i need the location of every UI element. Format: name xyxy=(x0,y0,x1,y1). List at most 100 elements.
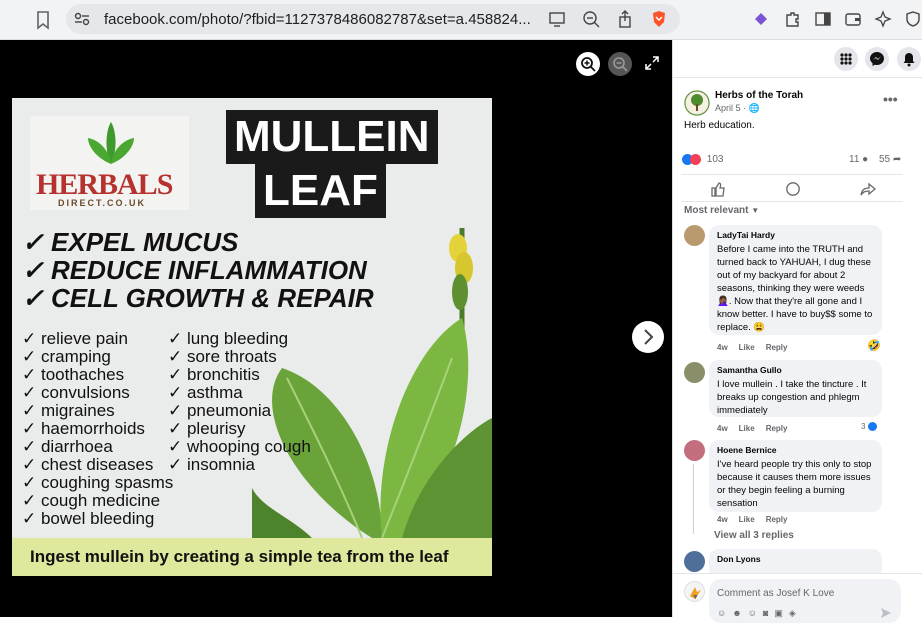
page-name[interactable]: Herbs of the Torah xyxy=(715,90,803,101)
photo-viewer: HERBALS DIRECT.CO.UK MULLEIN LEAF ✓ EXPE… xyxy=(0,40,672,617)
page-avatar[interactable] xyxy=(684,90,710,116)
comment-like-button[interactable]: Like xyxy=(739,424,755,433)
post-caption: Herb education. xyxy=(684,120,755,131)
commenter-avatar[interactable] xyxy=(684,440,705,461)
send-icon[interactable] xyxy=(880,607,892,619)
wallet-icon[interactable] xyxy=(844,10,862,28)
comment-reply-button[interactable]: Reply xyxy=(766,343,788,352)
extensions-puzzle-icon[interactable] xyxy=(784,10,802,28)
benefit-item: ✓ lung bleeding xyxy=(168,329,289,348)
address-bar[interactable]: facebook.com/photo/?fbid=112737848608278… xyxy=(66,4,680,34)
comment-reply-button[interactable]: Reply xyxy=(766,424,788,433)
comment-count[interactable]: 11 ● xyxy=(849,154,868,165)
avatar-dropdown-icon[interactable]: ▼ xyxy=(692,594,699,601)
comment-bubble-icon: ● xyxy=(862,154,869,165)
comment-count-value: 11 xyxy=(849,154,860,165)
comment-meta: 4w Like Reply xyxy=(717,515,798,524)
comment-time[interactable]: 4w xyxy=(717,424,728,433)
benefit-item: ✓ bowel bleeding xyxy=(22,509,155,528)
grid-menu-icon xyxy=(840,53,852,65)
benefit-item: ✓ toothaches xyxy=(22,365,125,384)
comment-sort-dropdown[interactable]: Most relevant ▼ xyxy=(684,205,759,216)
url-text[interactable]: facebook.com/photo/?fbid=112737848608278… xyxy=(104,11,534,28)
comment-meta: 4w Like Reply xyxy=(717,424,798,433)
benefit-item: ✓ haemorrhoids xyxy=(22,419,145,438)
comment-bubble: Samantha Gullo I love mullein . I take t… xyxy=(709,360,882,417)
comment-composer: Comment as Josef K Love ☺☻☺◙▣◈ xyxy=(673,573,922,623)
brand-domain: DIRECT.CO.UK xyxy=(58,198,147,208)
comment-reply-button[interactable]: Reply xyxy=(766,515,788,524)
benefit-item: ✓ migraines xyxy=(22,401,115,420)
benefit-item: ✓ bronchitis xyxy=(168,365,260,384)
poster-title-line1: MULLEIN xyxy=(226,110,438,164)
benefit-item: ✓ cramping xyxy=(22,347,111,366)
globe-icon: 🌐 xyxy=(748,103,760,113)
comment-meta: 4w Like Reply xyxy=(717,343,798,352)
comment-text: Before I came into the TRUTH and turned … xyxy=(717,244,873,333)
brave-shields-icon[interactable] xyxy=(650,10,668,28)
like-icon[interactable] xyxy=(710,181,726,197)
comment-reaction[interactable]: 3 xyxy=(861,422,877,432)
fullscreen-icon[interactable] xyxy=(645,56,659,70)
comment-author[interactable]: Samantha Gullo xyxy=(717,365,874,375)
bookmark-icon[interactable] xyxy=(34,10,52,30)
next-photo-button[interactable] xyxy=(632,321,664,353)
benefits-column-2: ✓ lung bleeding ✓ sore throats ✓ bronchi… xyxy=(168,330,311,474)
leaf-logo-icon xyxy=(88,122,134,164)
comment-text: I've heard people try this only to stop … xyxy=(717,459,872,509)
more-options-button[interactable]: ••• xyxy=(883,91,898,107)
main-benefit-item: ✓ CELL GROWTH & REPAIR xyxy=(22,283,374,313)
comment-input[interactable]: Comment as Josef K Love ☺☻☺◙▣◈ xyxy=(709,579,901,623)
zoom-out-icon[interactable] xyxy=(582,10,600,28)
menu-button[interactable] xyxy=(834,47,858,71)
comment-icon[interactable] xyxy=(785,181,801,197)
comment-bubble: Hoene Bernice I've heard people try this… xyxy=(709,440,882,512)
benefit-item: ✓ chest diseases xyxy=(22,455,154,474)
vpn-shield-icon[interactable] xyxy=(904,10,922,28)
extension-icon-leo[interactable] xyxy=(752,10,770,28)
commenter-avatar[interactable] xyxy=(684,551,705,572)
comment-like-button[interactable]: Like xyxy=(739,515,755,524)
messenger-icon xyxy=(870,52,884,66)
chevron-down-icon: ▼ xyxy=(751,206,760,215)
main-benefit-item: ✓ EXPEL MUCUS xyxy=(22,227,239,257)
comment-author[interactable]: Hoene Bernice xyxy=(717,445,874,455)
messenger-button[interactable] xyxy=(865,47,889,71)
share-post-icon[interactable] xyxy=(860,181,876,197)
commenter-avatar[interactable] xyxy=(684,225,705,246)
comment-time[interactable]: 4w xyxy=(717,515,728,524)
brand-name: HERBALS xyxy=(36,168,173,201)
poster-title-line2: LEAF xyxy=(255,164,386,218)
share-count[interactable]: 55 ➦ xyxy=(879,154,901,165)
post-actions xyxy=(681,174,903,202)
cast-icon[interactable] xyxy=(548,10,566,28)
sort-label: Most relevant xyxy=(684,205,749,216)
benefit-item: ✓ diarrhoea xyxy=(22,437,113,456)
comment-author[interactable]: Don Lyons xyxy=(717,554,874,564)
zoom-in-button[interactable] xyxy=(576,52,600,76)
like-reaction-icon xyxy=(867,422,877,432)
main-benefits-list: ✓ EXPEL MUCUS ✓ REDUCE INFLAMMATION ✓ CE… xyxy=(22,228,374,312)
photo-image: HERBALS DIRECT.CO.UK MULLEIN LEAF ✓ EXPE… xyxy=(12,98,492,576)
comment-time[interactable]: 4w xyxy=(717,343,728,352)
share-icon[interactable] xyxy=(616,10,634,28)
view-replies-link[interactable]: View all 3 replies xyxy=(714,530,794,541)
reaction-summary[interactable]: 103 xyxy=(682,154,723,165)
notifications-button[interactable] xyxy=(897,47,921,71)
benefit-item: ✓ relieve pain xyxy=(22,329,128,348)
header-icons xyxy=(673,40,922,78)
comment-author[interactable]: LadyTai Hardy xyxy=(717,230,874,240)
comment-like-button[interactable]: Like xyxy=(739,343,755,352)
benefits-column-1: ✓ relieve pain ✓ cramping ✓ toothaches ✓… xyxy=(22,330,173,528)
benefit-item: ✓ coughing spasms xyxy=(22,473,174,492)
commenter-avatar[interactable] xyxy=(684,362,705,383)
post-date[interactable]: April 5 · 🌐 xyxy=(715,103,760,114)
sidebar-icon[interactable] xyxy=(814,10,832,28)
zoom-out-button[interactable] xyxy=(608,52,632,76)
benefit-item: ✓ convulsions xyxy=(22,383,130,402)
comment-reaction[interactable]: 🤣 xyxy=(867,339,881,352)
site-settings-icon[interactable] xyxy=(74,12,90,26)
chevron-right-icon xyxy=(644,329,654,345)
love-reaction-icon xyxy=(690,154,701,165)
ai-sparkle-icon[interactable] xyxy=(874,10,892,28)
